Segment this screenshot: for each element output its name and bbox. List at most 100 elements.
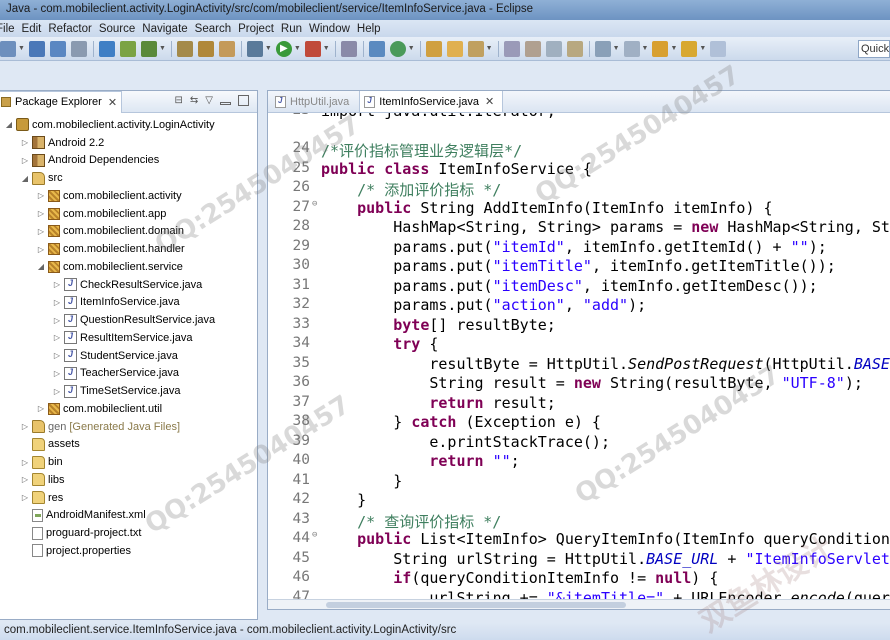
new-java-package-icon[interactable] [368, 40, 385, 57]
chevron-down-icon[interactable]: ▼ [486, 45, 493, 52]
fold-toggle-icon[interactable]: ⊖ [312, 199, 317, 209]
previous-annotation-icon[interactable] [623, 40, 640, 57]
expanded-twisty-icon[interactable]: ◢ [4, 120, 14, 129]
menu-source[interactable]: Source [99, 23, 143, 35]
tree-item[interactable]: ▷ QuestionResultService.java [0, 311, 257, 329]
tree-item[interactable]: ▷ ItemInfoService.java [0, 294, 257, 312]
menu-search[interactable]: Search [195, 23, 239, 35]
collapsed-twisty-icon[interactable]: ▷ [52, 298, 62, 307]
collapsed-twisty-icon[interactable]: ▷ [20, 458, 30, 467]
run-icon[interactable]: ▶ [275, 40, 292, 57]
collapsed-twisty-icon[interactable]: ▷ [36, 191, 46, 200]
tree-item[interactable]: project.properties [0, 542, 257, 560]
chevron-down-icon[interactable]: ▼ [670, 45, 677, 52]
tree-item[interactable]: ◢ src [0, 169, 257, 187]
quick-access-input[interactable]: Quick Access [858, 40, 890, 58]
collapsed-twisty-icon[interactable]: ▷ [52, 351, 62, 360]
collapsed-twisty-icon[interactable]: ▷ [52, 280, 62, 289]
collapse-all-icon[interactable]: ⊟ [175, 95, 183, 106]
chevron-down-icon[interactable]: ▼ [265, 45, 272, 52]
collapsed-twisty-icon[interactable]: ▷ [36, 227, 46, 236]
tree-item[interactable]: ▷ com.mobileclient.handler [0, 240, 257, 258]
android-avd-icon[interactable] [119, 40, 136, 57]
fold-toggle-icon[interactable]: ⊖ [312, 530, 317, 540]
menu-edit[interactable]: Edit [22, 23, 50, 35]
code-area[interactable]: 23 import java.util.Iterator; 24 /*评价指标管理业务… [268, 113, 890, 609]
tree-item[interactable]: ◢ com.mobileclient.activity.LoginActivity [0, 116, 257, 134]
new-file-icon[interactable] [197, 40, 214, 57]
tree-item[interactable]: ▷ com.mobileclient.util [0, 400, 257, 418]
collapsed-twisty-icon[interactable]: ▷ [52, 316, 62, 325]
tree-item[interactable]: ▷ res [0, 489, 257, 507]
forward-history-icon[interactable] [710, 40, 727, 57]
collapsed-twisty-icon[interactable]: ▷ [52, 333, 62, 342]
collapsed-twisty-icon[interactable]: ▷ [20, 422, 30, 431]
tree-item[interactable]: AndroidManifest.xml [0, 507, 257, 525]
menu-refactor[interactable]: Refactor [48, 23, 99, 35]
tree-item[interactable]: ▷ gen [Generated Java Files] [0, 418, 257, 436]
open-task-icon[interactable] [446, 40, 463, 57]
forward-icon[interactable] [681, 40, 698, 57]
toggle-block-selection-icon[interactable] [524, 40, 541, 57]
tree-item[interactable]: ▷ TeacherService.java [0, 365, 257, 383]
chevron-down-icon[interactable]: ▼ [613, 45, 620, 52]
maximize-icon[interactable] [238, 95, 249, 106]
tree-item[interactable]: ▷ com.mobileclient.app [0, 205, 257, 223]
menu-navigate[interactable]: Navigate [142, 23, 195, 35]
external-tools-icon[interactable] [304, 40, 321, 57]
tree-item[interactable]: ▷ TimeSetService.java [0, 382, 257, 400]
expanded-twisty-icon[interactable]: ◢ [20, 174, 30, 183]
editor-tab[interactable]: ItemInfoService.java ✕ [359, 91, 504, 112]
collapsed-twisty-icon[interactable]: ▷ [20, 138, 30, 147]
chevron-down-icon[interactable]: ▼ [323, 45, 330, 52]
chevron-down-icon[interactable]: ▼ [294, 45, 301, 52]
collapsed-twisty-icon[interactable]: ▷ [20, 475, 30, 484]
tree-item[interactable]: ▷ ResultItemService.java [0, 329, 257, 347]
new-icon[interactable] [0, 40, 16, 57]
menu-help[interactable]: Help [357, 23, 389, 35]
collapsed-twisty-icon[interactable]: ▷ [36, 209, 46, 218]
horizontal-scrollbar[interactable] [268, 599, 890, 609]
save-icon[interactable] [28, 40, 45, 57]
collapsed-twisty-icon[interactable]: ▷ [36, 404, 46, 413]
close-icon[interactable]: ✕ [485, 95, 494, 108]
new-xml-icon[interactable] [218, 40, 235, 57]
tree-item[interactable]: ▷ bin [0, 453, 257, 471]
tree-item[interactable]: ▷ StudentService.java [0, 347, 257, 365]
tree-item[interactable]: ▷ libs [0, 471, 257, 489]
chevron-down-icon[interactable]: ▼ [408, 45, 415, 52]
chevron-down-icon[interactable]: ▼ [159, 45, 166, 52]
chevron-down-icon[interactable]: ▼ [18, 45, 25, 52]
toggle-mark-occurrences-icon[interactable] [503, 40, 520, 57]
search-icon[interactable] [467, 40, 484, 57]
minimize-icon[interactable] [220, 102, 231, 105]
close-icon[interactable]: ✕ [108, 96, 117, 109]
view-menu-icon[interactable]: ▽ [205, 95, 213, 106]
editor-tab[interactable]: HttpUtil.java [271, 92, 357, 112]
tree-item[interactable]: ▷ Android 2.2 [0, 134, 257, 152]
menu-run[interactable]: Run [281, 23, 310, 35]
scrollbar-thumb[interactable] [326, 602, 626, 608]
lint-icon[interactable] [140, 40, 157, 57]
next-annotation-icon[interactable] [594, 40, 611, 57]
new-java-class-icon[interactable] [389, 40, 406, 57]
tree-item[interactable]: ◢ com.mobileclient.service [0, 258, 257, 276]
tree-item[interactable]: ▷ CheckResultService.java [0, 276, 257, 294]
link-with-editor-icon[interactable]: ⇆ [190, 95, 198, 106]
print-icon[interactable] [70, 40, 87, 57]
open-type-icon[interactable] [425, 40, 442, 57]
tree-item[interactable]: assets [0, 436, 257, 454]
tree-item[interactable]: ▷ Android Dependencies [0, 152, 257, 170]
chevron-down-icon[interactable]: ▼ [699, 45, 706, 52]
menu-project[interactable]: Project [238, 23, 282, 35]
pin-icon[interactable] [566, 40, 583, 57]
tree-item[interactable]: ▷ com.mobileclient.domain [0, 223, 257, 241]
back-icon[interactable] [652, 40, 669, 57]
collapsed-twisty-icon[interactable]: ▷ [52, 369, 62, 378]
collapsed-twisty-icon[interactable]: ▷ [20, 156, 30, 165]
menu-window[interactable]: Window [309, 23, 358, 35]
tree-item[interactable]: ▷ com.mobileclient.activity [0, 187, 257, 205]
chevron-down-icon[interactable]: ▼ [642, 45, 649, 52]
skip-breakpoints-icon[interactable] [340, 40, 357, 57]
expanded-twisty-icon[interactable]: ◢ [36, 262, 46, 271]
